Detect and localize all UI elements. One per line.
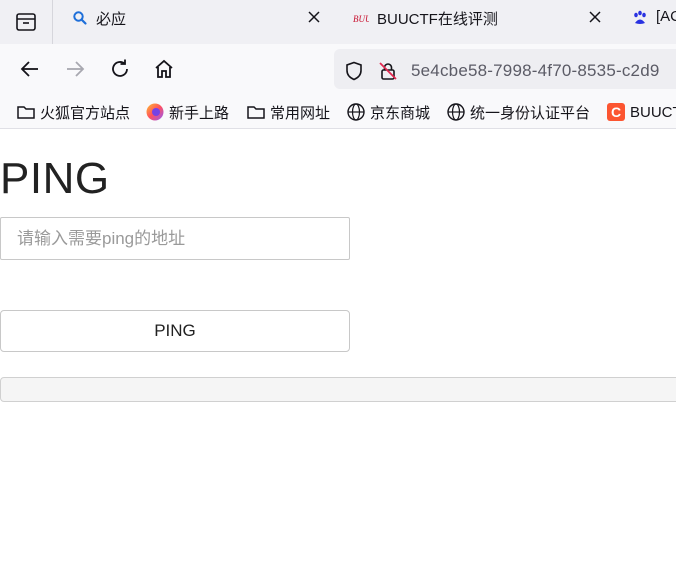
folder-icon (17, 106, 35, 119)
tab-list-icon (16, 13, 36, 31)
tab-label: 必应 (96, 11, 127, 28)
reload-button[interactable] (108, 57, 132, 81)
tab-list-button[interactable] (0, 0, 53, 44)
csdn-icon: C (607, 103, 625, 121)
home-button[interactable] (152, 57, 176, 81)
tab-label: BUUCTF在线评测 (377, 11, 498, 28)
ping-button[interactable]: PING (0, 310, 350, 352)
folder-icon (247, 106, 265, 119)
buuctf-favicon: BUU (353, 14, 369, 24)
baidu-paw-icon (634, 10, 646, 24)
bookmark-jd[interactable]: 京东商城 (346, 102, 430, 122)
back-button[interactable] (18, 57, 42, 81)
tab-label: [AC (656, 8, 676, 25)
tab-strip: 必应 BUU BUUCTF在线评测 [AC (0, 0, 676, 44)
close-icon[interactable] (587, 9, 603, 25)
arrow-left-icon (20, 61, 38, 77)
close-icon[interactable] (306, 9, 322, 25)
ping-address-input[interactable] (0, 217, 350, 260)
page-title: PING (0, 154, 110, 203)
forward-button[interactable] (63, 57, 87, 81)
bookmark-label: 京东商城 (370, 104, 431, 122)
svg-text:BUU: BUU (353, 14, 369, 24)
insecure-lock-icon[interactable] (378, 61, 398, 81)
tab-bing[interactable]: 必应 (72, 0, 334, 34)
bookmark-label: 火狐官方站点 (40, 104, 131, 122)
reload-icon (112, 59, 128, 77)
tab-buuctf[interactable]: BUU BUUCTF在线评测 (353, 0, 615, 34)
url-bar[interactable]: 5e4cbe58-7998-4f70-8535-c2d9 (334, 49, 676, 89)
bookmark-label: 常用网址 (270, 104, 331, 122)
search-icon (73, 11, 87, 25)
shield-icon[interactable] (344, 61, 364, 81)
bookmark-firefox-official[interactable]: 火狐官方站点 (16, 102, 130, 122)
bookmarks-toolbar: 火狐官方站点 新手上路 常用网址 京东商城 统一身份认证平台 C BUUC (0, 94, 676, 129)
tab-baidu[interactable]: [AC (632, 0, 676, 34)
bookmark-common-sites[interactable]: 常用网址 (246, 102, 330, 122)
ping-result-output (0, 377, 676, 402)
bookmark-label: 统一身份认证平台 (470, 104, 591, 122)
navigation-toolbar: 5e4cbe58-7998-4f70-8535-c2d9 (0, 44, 676, 94)
arrow-right-icon (67, 61, 85, 77)
globe-icon (347, 103, 365, 121)
globe-icon (447, 103, 465, 121)
bookmark-label: 新手上路 (169, 104, 230, 122)
firefox-icon (146, 103, 164, 121)
bookmark-label: BUUCT (630, 103, 676, 121)
url-text[interactable]: 5e4cbe58-7998-4f70-8535-c2d9 (411, 61, 660, 81)
bookmark-getting-started[interactable]: 新手上路 (145, 102, 229, 122)
home-icon (155, 59, 173, 78)
bookmark-buuctf[interactable]: C BUUCT (606, 102, 676, 122)
bookmark-unified-auth[interactable]: 统一身份认证平台 (446, 102, 590, 122)
svg-text:C: C (611, 104, 621, 120)
